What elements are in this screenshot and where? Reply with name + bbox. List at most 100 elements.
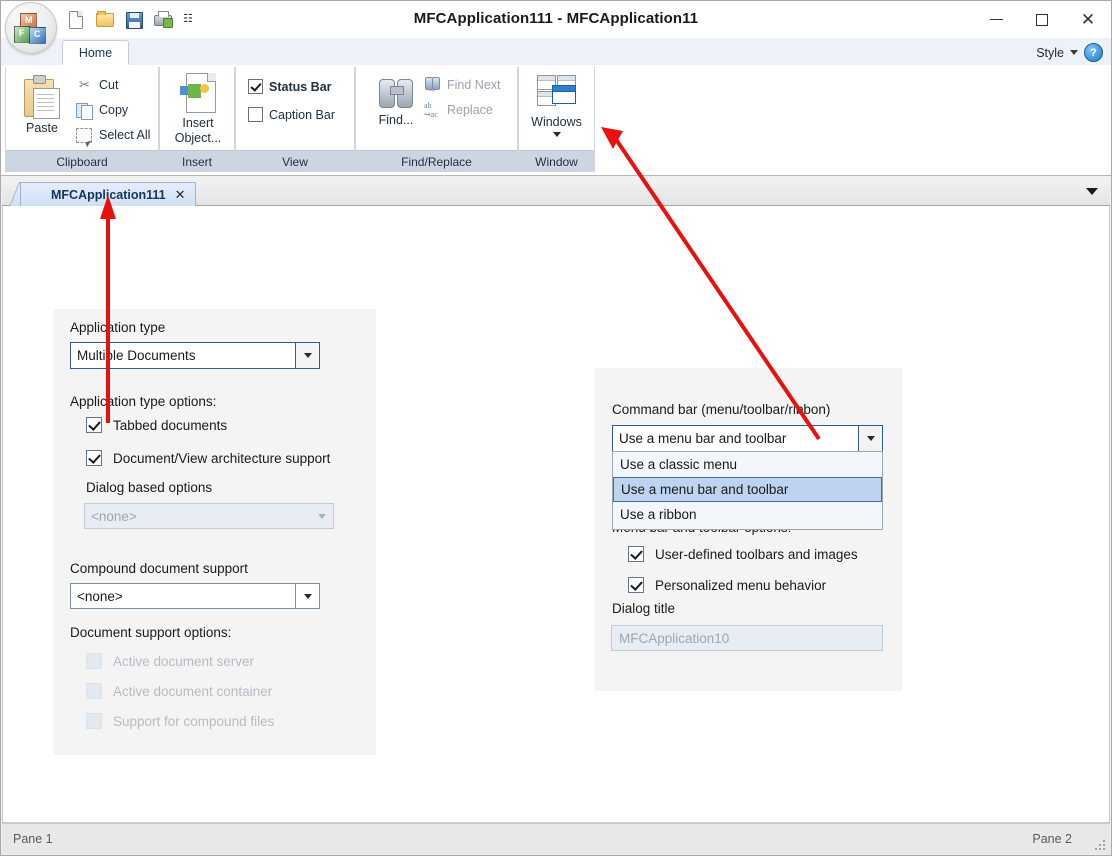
minimize-button[interactable] (973, 1, 1019, 38)
dialog-title-input: MFCApplication10 (611, 625, 883, 651)
checkbox-unchecked-icon (86, 653, 102, 669)
select-all-icon (76, 126, 93, 143)
insert-object-label: Insert Object... (174, 116, 222, 145)
command-bar-label: Command bar (menu/toolbar/ribbon) (612, 402, 831, 417)
chevron-down-icon[interactable] (295, 584, 319, 608)
group-label-find-replace: Find/Replace (356, 150, 517, 172)
copy-label: Copy (99, 102, 129, 117)
status-bar-label: Status Bar (269, 79, 332, 94)
caption-bar-checkbox-row[interactable]: Caption Bar (248, 107, 335, 122)
chevron-down-icon[interactable] (1070, 50, 1078, 55)
ribbon: Paste ✂ Cut Copy Select All Clipboard In… (1, 65, 1111, 176)
application-type-value: Multiple Documents (77, 348, 196, 363)
scissors-icon: ✂ (79, 77, 90, 92)
group-label-insert: Insert (160, 150, 234, 172)
windows-tile-icon (533, 73, 581, 111)
binoculars-icon (376, 75, 416, 111)
dialog-title-label: Dialog title (612, 601, 676, 616)
windows-button[interactable]: Windows (525, 73, 588, 137)
replace-icon: ab ↪ac (424, 101, 438, 119)
application-menu-button[interactable]: M F C (5, 2, 57, 54)
status-pane-2: Pane 2 (1032, 832, 1072, 846)
chevron-down-icon[interactable] (295, 343, 319, 368)
cut-button[interactable]: ✂ Cut (76, 76, 118, 93)
dropdown-option-classic-menu[interactable]: Use a classic menu (613, 452, 882, 477)
active-document-container-label: Active document container (113, 683, 273, 699)
command-bar-dropdown-list[interactable]: Use a classic menu Use a menu bar and to… (612, 451, 883, 530)
checkbox-checked-icon[interactable] (86, 417, 102, 433)
insert-object-button[interactable]: Insert Object... (168, 73, 228, 146)
user-defined-toolbars-row[interactable]: User-defined toolbars and images (628, 546, 858, 562)
resize-grip-icon[interactable] (1093, 838, 1105, 850)
ribbon-group-find-replace: Find... → Find Next ab ↪ac Replace Find/R… (355, 67, 518, 172)
close-icon[interactable]: ✕ (175, 187, 186, 203)
compound-document-value: <none> (77, 588, 123, 604)
ribbon-group-insert: Insert Object... Insert (159, 67, 235, 172)
window-controls: ✕ (973, 1, 1111, 38)
paste-icon (22, 75, 62, 119)
dropdown-option-menu-bar-toolbar[interactable]: Use a menu bar and toolbar (613, 477, 882, 502)
help-icon[interactable]: ? (1084, 43, 1103, 62)
checkbox-unchecked-icon (86, 683, 102, 699)
ribbon-group-window: Windows Window (518, 67, 595, 172)
command-bar-combo[interactable]: Use a menu bar and toolbar (612, 425, 883, 452)
select-all-button[interactable]: Select All (76, 126, 150, 143)
checkbox-unchecked-icon[interactable] (248, 107, 263, 122)
find-label: Find... (378, 113, 414, 127)
tab-home[interactable]: Home (62, 40, 129, 65)
maximize-button[interactable] (1019, 1, 1065, 38)
group-label-view: View (236, 150, 354, 172)
style-label[interactable]: Style (1036, 46, 1064, 60)
group-label-window: Window (519, 150, 594, 172)
status-bar: Pane 1 Pane 2 (2, 823, 1110, 854)
chevron-down-icon[interactable] (858, 426, 882, 451)
replace-button[interactable]: ab ↪ac Replace (424, 101, 493, 119)
application-window: M F C ☷ MFCApplication111 - MFCApplicati… (0, 0, 1112, 856)
tabbed-documents-row[interactable]: Tabbed documents (86, 417, 227, 433)
personalized-menu-label: Personalized menu behavior (655, 577, 827, 593)
application-type-combo[interactable]: Multiple Documents (70, 342, 320, 369)
command-bar-value: Use a menu bar and toolbar (619, 431, 787, 446)
find-button[interactable]: Find... (366, 75, 426, 127)
status-bar-checkbox-row[interactable]: Status Bar (248, 79, 332, 94)
compound-document-label: Compound document support (70, 561, 248, 576)
windows-label: Windows (531, 115, 582, 129)
dropdown-option-ribbon[interactable]: Use a ribbon (613, 502, 882, 527)
ribbon-group-clipboard: Paste ✂ Cut Copy Select All Clipboard (5, 67, 159, 172)
copy-button[interactable]: Copy (76, 101, 129, 120)
user-defined-toolbars-label: User-defined toolbars and images (655, 546, 858, 562)
checkbox-checked-icon[interactable] (86, 450, 102, 466)
mdi-client-area: Application type Multiple Documents Appl… (2, 206, 1110, 823)
checkbox-checked-icon[interactable] (628, 577, 644, 593)
chevron-down-icon[interactable] (1086, 188, 1098, 195)
window-title: MFCApplication111 - MFCApplication11 (413, 10, 699, 27)
mdi-tab-mfcapplication111[interactable]: MFCApplication111 ✕ (20, 182, 196, 206)
compound-document-combo[interactable]: <none> (70, 583, 320, 609)
find-next-icon: → (424, 76, 441, 94)
dialog-based-options-value: <none> (91, 508, 137, 524)
replace-label: Replace (447, 102, 493, 117)
chevron-down-icon[interactable] (552, 132, 561, 137)
document-support-options-label: Document support options: (70, 625, 232, 640)
copy-icon (76, 101, 93, 120)
find-next-label: Find Next (447, 77, 501, 92)
active-document-container-row: Active document container (86, 683, 272, 699)
application-type-panel: Application type Multiple Documents Appl… (53, 309, 376, 755)
select-all-label: Select All (99, 127, 151, 142)
dialog-based-options-label: Dialog based options (86, 480, 213, 495)
mdi-tab-label: MFCApplication111 (51, 187, 166, 202)
paste-label: Paste (26, 121, 58, 135)
group-label-clipboard: Clipboard (6, 150, 158, 172)
paste-button[interactable]: Paste (14, 75, 70, 135)
docview-support-row[interactable]: Document/View architecture support (86, 450, 330, 466)
ribbon-group-view: Status Bar Caption Bar View (235, 67, 355, 172)
close-button[interactable]: ✕ (1065, 1, 1111, 38)
cut-label: Cut (99, 77, 119, 92)
tabbed-documents-label: Tabbed documents (113, 417, 228, 433)
checkbox-checked-icon[interactable] (628, 546, 644, 562)
active-document-server-row: Active document server (86, 653, 254, 669)
find-next-button[interactable]: → Find Next (424, 76, 501, 94)
checkbox-checked-icon[interactable] (248, 79, 263, 94)
mfc-logo-cube-c: C (29, 27, 46, 44)
personalized-menu-row[interactable]: Personalized menu behavior (628, 577, 826, 593)
